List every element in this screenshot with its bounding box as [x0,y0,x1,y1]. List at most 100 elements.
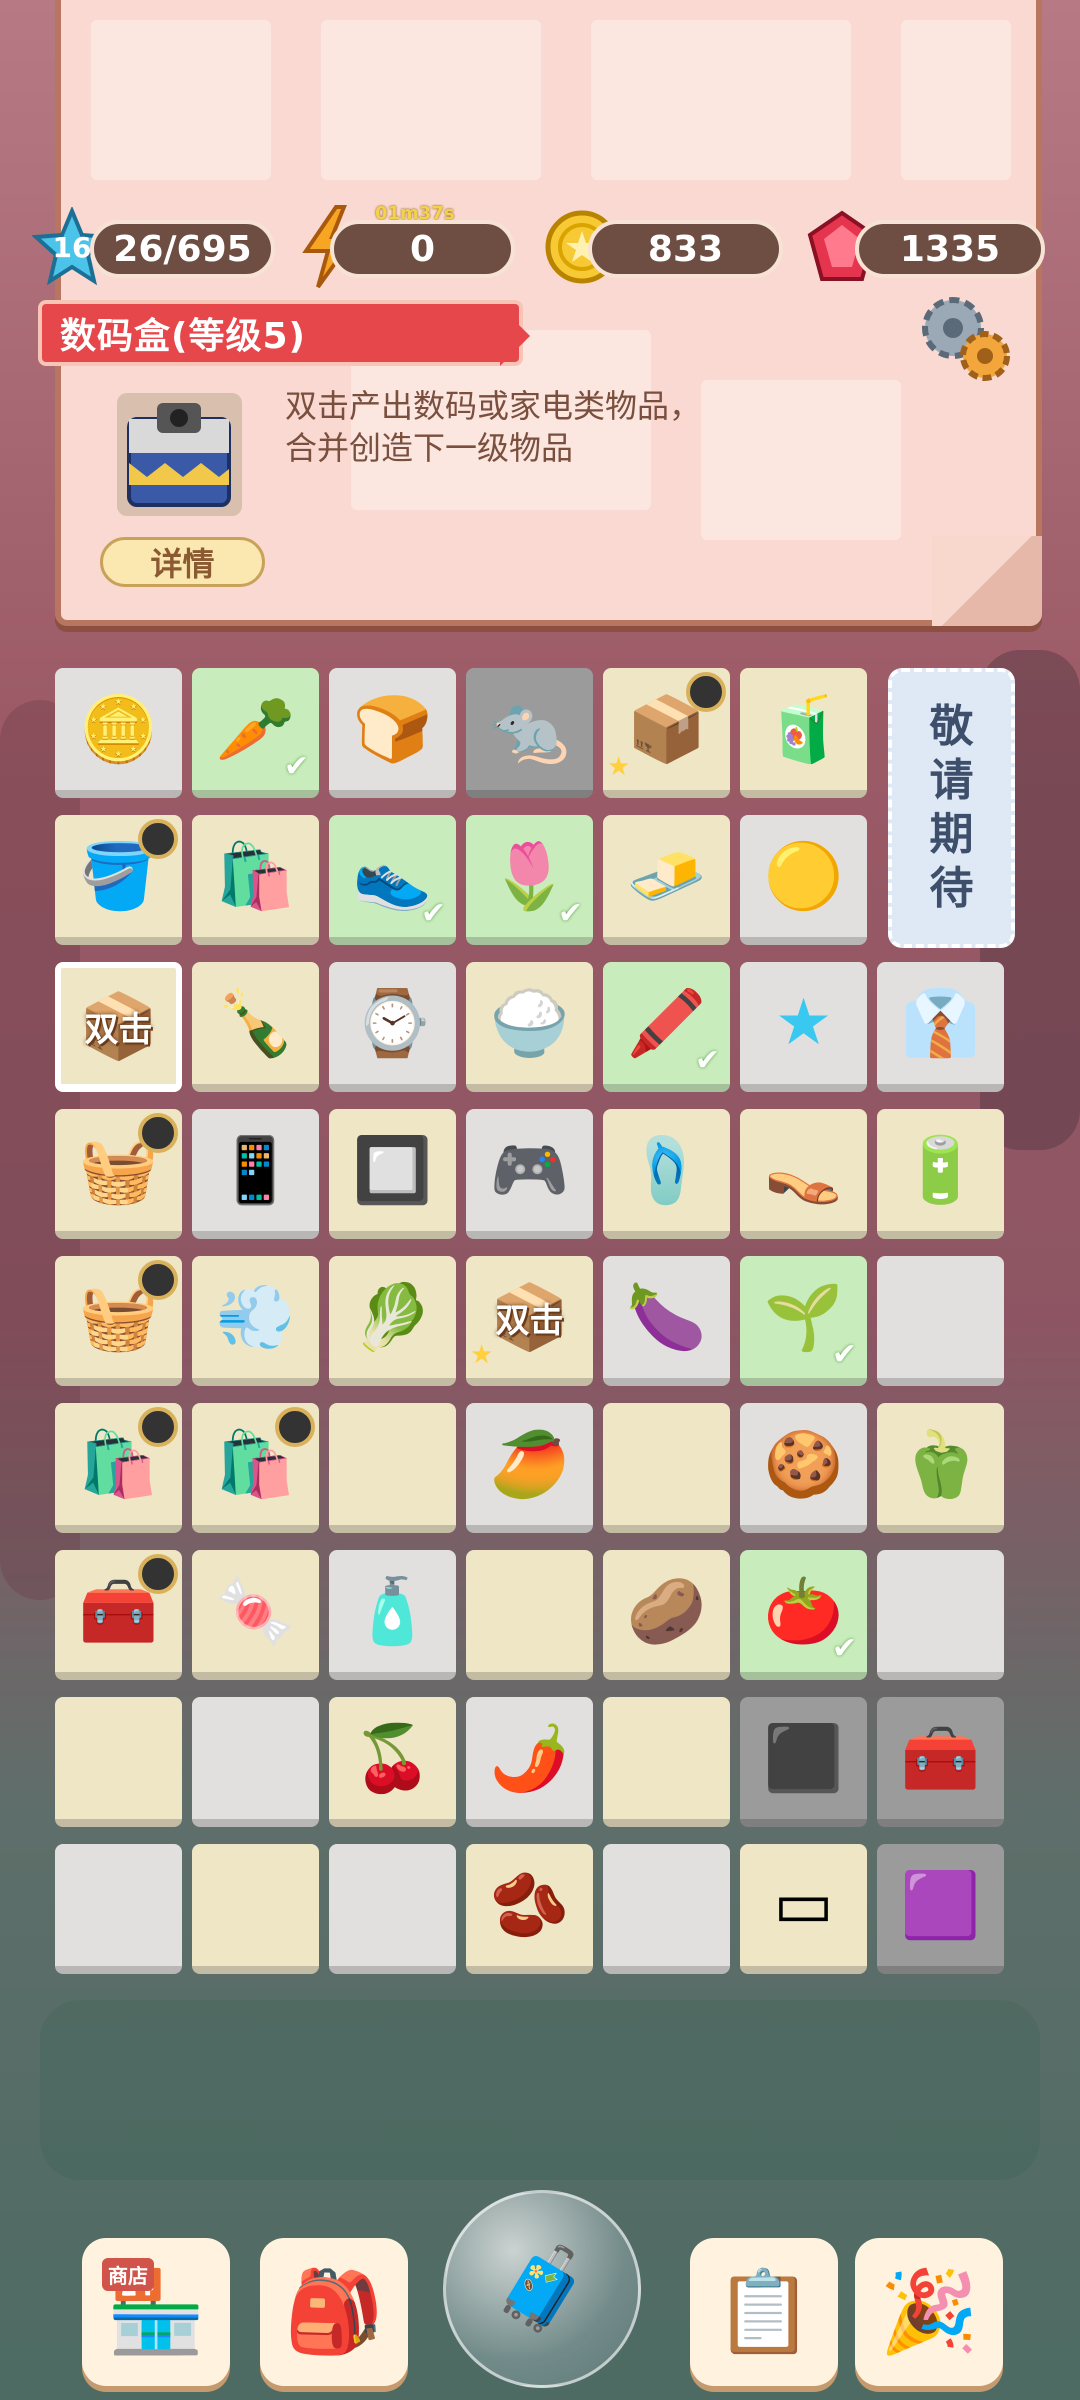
board-cell[interactable]: 🩴 [603,1109,730,1239]
board-cell[interactable]: 🔋 [877,1109,1004,1239]
cooldown-clock-icon [138,1260,178,1300]
board-cell[interactable]: 🍞 [329,668,456,798]
cooldown-clock-icon [138,1407,178,1447]
board-cell[interactable]: 🍬 [192,1550,319,1680]
page-curl [932,536,1042,626]
board-cell[interactable]: 🌶️ [466,1697,593,1827]
board-cell-empty[interactable] [603,1403,730,1533]
board-cell-empty[interactable] [877,1550,1004,1680]
check-icon: ✔ [420,896,446,931]
necktie-icon: 👔 [900,986,981,1061]
board-cell[interactable]: 🍅 ✔ [740,1550,867,1680]
board-cell-empty[interactable] [466,1550,593,1680]
board-cell-empty[interactable] [192,1697,319,1827]
board-cell[interactable]: 🪙 [55,668,182,798]
board-cell[interactable]: ★ [740,962,867,1092]
slate-icon: ▭ [773,1868,834,1942]
board-cell[interactable]: 🥬 [329,1256,456,1386]
board-cell[interactable]: 🍚 [466,962,593,1092]
board-cell[interactable]: 👔 [877,962,1004,1092]
battery-icon: 🔋 [900,1133,981,1208]
board-cell-empty[interactable] [329,1403,456,1533]
board-cell-empty[interactable] [877,1256,1004,1386]
board-cell[interactable]: 👟 ✔ [329,815,456,945]
board-cell[interactable]: 🫘 [466,1844,593,1974]
cooldown-clock-icon [138,819,178,859]
biscuit-icon: 🍞 [352,692,433,767]
board-cell[interactable]: 🥭 [466,1403,593,1533]
board-cell-locked[interactable]: 🧰 [877,1697,1004,1827]
board-cell[interactable]: 🧈 [603,815,730,945]
shop-label: 商店 [102,2258,154,2291]
gold-bars-icon: 🧈 [626,839,707,914]
toolbox-icon: 🧰 [900,1721,981,1796]
board-cell[interactable]: 🧴 [329,1550,456,1680]
shop-button[interactable]: 🏪 商店 [82,2238,230,2386]
board-cell[interactable]: 🫑 [877,1403,1004,1533]
energy-counter[interactable]: 0 [330,220,515,278]
treasure-box-icon: 🧳 [492,2242,592,2335]
board-cell[interactable]: 🍪 [740,1403,867,1533]
board-cell[interactable]: 📱 [192,1109,319,1239]
board-cell[interactable]: 🍒 [329,1697,456,1827]
cooldown-clock-icon [686,672,726,712]
board-cell[interactable]: 🛍️ [55,1403,182,1533]
backpack-button[interactable]: 🎒 [260,2238,408,2386]
soda-bottle-icon: 🍾 [215,986,296,1061]
board-cell-empty[interactable] [55,1844,182,1974]
board-cell[interactable]: 👡 [740,1109,867,1239]
board-cell[interactable]: 📦 双击 ★ [466,1256,593,1386]
detail-button[interactable]: 详情 [100,537,265,587]
board-cell[interactable]: ⌚ [329,962,456,1092]
board-cell[interactable]: 📦 ★ [603,668,730,798]
cabbage-icon: 🥬 [352,1280,433,1355]
board-cell-empty[interactable] [603,1844,730,1974]
candy-icon: 🍬 [215,1574,296,1649]
board-cell[interactable]: 🪣 [55,815,182,945]
board-cell[interactable]: 🐀 [466,668,593,798]
potato-icon: 🥔 [626,1574,707,1649]
board-cell-selected[interactable]: 📦 双击 [55,962,182,1092]
board-cell[interactable]: 🥕 ✔ [192,668,319,798]
board-cell[interactable]: 🎮 [466,1109,593,1239]
check-icon: ✔ [283,749,309,784]
board-cell[interactable]: 🛍️ [192,1403,319,1533]
coffee-bean-icon: 🫘 [489,1868,570,1943]
item-title: 数码盒(等级5) [60,316,306,357]
board-cell[interactable]: 🔲 [329,1109,456,1239]
coin-counter[interactable]: 833 [588,220,783,278]
board-cell-empty[interactable] [329,1844,456,1974]
event-button[interactable]: 🎉 [855,2238,1003,2386]
board-cell-empty[interactable] [192,1844,319,1974]
board-cell[interactable]: 🧺 [55,1256,182,1386]
coin-value: 833 [647,228,724,270]
board-cell[interactable]: 🟡 [740,815,867,945]
board-cell[interactable]: 🧺 [55,1109,182,1239]
board-cell[interactable]: 🛍️ [192,815,319,945]
board-cell-locked[interactable]: ⬛ [740,1697,867,1827]
board-cell[interactable]: 🍆 [603,1256,730,1386]
cooldown-clock-icon [138,1554,178,1594]
backpack-icon: 🎒 [284,2265,384,2358]
slate-icon: ⬛ [763,1721,844,1796]
board-cell[interactable]: ▭ [740,1844,867,1974]
board-cell-empty[interactable] [603,1697,730,1827]
double-tap-label: 双击 [495,1300,564,1341]
task-button[interactable]: 📋 [690,2238,838,2386]
chili-icon: 🌶️ [489,1721,570,1796]
double-tap-label: 双击 [84,1009,153,1050]
board-cell[interactable]: 💨 [192,1256,319,1386]
board-cell-locked[interactable]: 🟪 [877,1844,1004,1974]
board-cell[interactable]: 🧰 [55,1550,182,1680]
cooldown-clock-icon [138,1113,178,1153]
treasure-bubble-button[interactable]: 🧳 [443,2190,641,2388]
board-cell[interactable]: 🌱 ✔ [740,1256,867,1386]
board-cell[interactable]: 🌷 ✔ [466,815,593,945]
board-cell[interactable]: 🧃 [740,668,867,798]
settings-gear-icon[interactable] [915,290,1015,385]
board-cell[interactable]: 🍾 [192,962,319,1092]
gem-counter[interactable]: 1335 [855,220,1045,278]
board-cell[interactable]: 🖍️ ✔ [603,962,730,1092]
board-cell[interactable]: 🥔 [603,1550,730,1680]
board-cell-empty[interactable] [55,1697,182,1827]
